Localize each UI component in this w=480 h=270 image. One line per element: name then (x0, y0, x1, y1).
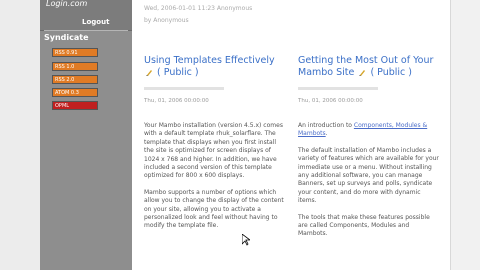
article-using-templates: Using Templates Effectively ( Public ) T… (144, 55, 286, 231)
article-paragraph: Mambo supports a number of options which… (144, 188, 284, 230)
edit-pencil-icon[interactable] (146, 69, 152, 76)
byline (298, 87, 440, 97)
article-title-link[interactable]: Getting the Most Out of Your Mambo Site (298, 55, 433, 78)
top-meta-line2: by Anonymous (144, 17, 189, 24)
article-date: Thu, 01, 2006 00:00:00 (144, 98, 209, 104)
byline (144, 87, 286, 97)
edit-pencil-icon[interactable] (359, 69, 366, 76)
article-status: ( Public ) (157, 67, 199, 78)
main-content: Wed, 2006-01-01 11:23 Anonymous by Anony… (132, 0, 450, 270)
browser-page: Login.com Logout Syndicate RSS 0.91 RSS … (0, 0, 480, 270)
rss-20-label: RSS 2.0 (55, 77, 75, 83)
article-title: Using Templates Effectively ( Public ) (144, 55, 286, 79)
article-title: Getting the Most Out of Your Mambo Site … (298, 55, 440, 79)
sidebar-divider (44, 30, 128, 31)
vertical-scrollbar[interactable] (450, 0, 480, 270)
article-intro: An introduction to Components, Modules &… (298, 122, 440, 139)
left-gutter (0, 0, 40, 270)
rss-091-badge[interactable]: RSS 0.91 (52, 48, 98, 57)
article-paragraph: The default installation of Mambo includ… (298, 146, 439, 205)
login-box: Login.com Logout (40, 0, 132, 31)
article-date: Thu, 01, 2006 00:00:00 (298, 98, 363, 104)
opml-label: OPML (55, 103, 70, 109)
logout-link[interactable]: Logout (82, 18, 109, 26)
opml-badge[interactable]: OPML (52, 101, 98, 110)
intro-suffix: . (325, 130, 328, 138)
atom-label: ATOM 0.3 (55, 90, 79, 96)
top-meta-line1: Wed, 2006-01-01 11:23 Anonymous (144, 5, 253, 12)
login-link[interactable]: Login.com (46, 0, 87, 8)
article-getting-most: Getting the Most Out of Your Mambo Site … (298, 55, 440, 239)
rss-20-badge[interactable]: RSS 2.0 (52, 75, 98, 84)
syndicate-heading: Syndicate (44, 33, 89, 42)
rss-091-label: RSS 0.91 (55, 50, 78, 56)
mouse-pointer-icon (242, 234, 250, 246)
atom-badge[interactable]: ATOM 0.3 (52, 88, 98, 97)
article-title-link[interactable]: Using Templates Effectively (144, 55, 275, 66)
article-status: ( Public ) (370, 67, 413, 78)
sidebar: Login.com Logout Syndicate RSS 0.91 RSS … (40, 0, 132, 270)
rss-10-label: RSS 1.0 (55, 64, 75, 70)
article-paragraph: Your Mambo installation (version 4.5.x) … (144, 122, 283, 180)
intro-prefix: An introduction to (298, 122, 354, 129)
article-paragraph: The tools that make these features possi… (298, 213, 430, 238)
rss-10-badge[interactable]: RSS 1.0 (52, 62, 98, 71)
